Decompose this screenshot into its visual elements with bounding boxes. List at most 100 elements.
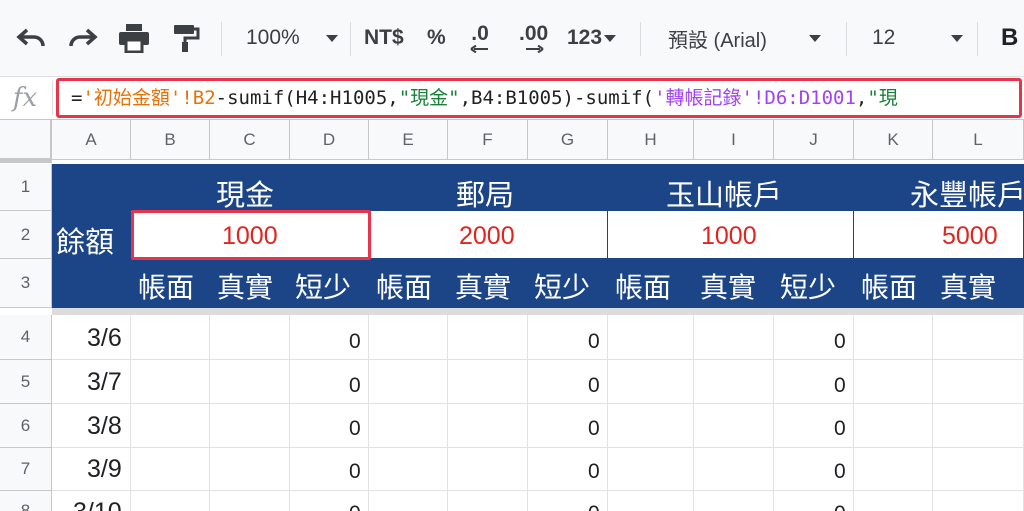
row-header-5[interactable]: 5	[0, 360, 52, 404]
grid-cell[interactable]	[854, 491, 933, 511]
percent-format-button[interactable]: %	[427, 0, 446, 76]
grid-cell[interactable]	[854, 404, 933, 448]
chevron-down-icon	[951, 34, 964, 42]
grid-cell[interactable]	[694, 491, 774, 511]
undo-icon[interactable]	[16, 0, 48, 76]
more-formats-button[interactable]: 123	[567, 0, 617, 76]
row-header-7[interactable]: 7	[0, 448, 52, 491]
shortage-cell: 0	[588, 330, 600, 353]
grid-cell[interactable]	[933, 448, 1024, 491]
zoom-value: 100%	[246, 26, 300, 49]
grid-cell[interactable]	[131, 491, 210, 511]
sub-header: 短少	[780, 272, 837, 303]
sub-header: 真實	[940, 272, 997, 303]
grid-cell[interactable]	[369, 315, 448, 360]
increase-decimal-button[interactable]: .00	[519, 0, 548, 76]
grid-cell[interactable]	[369, 404, 448, 448]
shortage-cell: 0	[349, 330, 361, 353]
frozen-rows-divider[interactable]	[52, 308, 1024, 315]
column-header-k[interactable]: K	[854, 120, 933, 160]
grid-cell[interactable]	[608, 491, 694, 511]
account-header-esun: 玉山帳戶	[666, 180, 783, 212]
grid-cell[interactable]	[369, 360, 448, 404]
font-family-select[interactable]: 預設 (Arial)	[668, 0, 821, 76]
shortage-cell: 0	[834, 502, 846, 511]
date-cell: 3/8	[87, 412, 122, 440]
grid-cell[interactable]	[448, 404, 528, 448]
grid-cell[interactable]	[210, 491, 290, 511]
balance-sinopac: 5000	[942, 222, 998, 250]
select-all-corner[interactable]	[0, 120, 55, 163]
row-header-1[interactable]: 1	[0, 164, 52, 211]
grid-cell[interactable]	[369, 491, 448, 511]
grid-cell[interactable]	[933, 360, 1024, 404]
row-header-3[interactable]: 3	[0, 259, 52, 308]
zoom-select[interactable]: 100%	[246, 0, 338, 76]
column-header-i[interactable]: I	[694, 120, 774, 160]
grid-cell[interactable]	[131, 404, 210, 448]
sub-header: 帳面	[376, 272, 433, 303]
column-header-a[interactable]: A	[52, 120, 131, 160]
grid-cell[interactable]	[694, 315, 774, 360]
grid-cell[interactable]	[210, 360, 290, 404]
chevron-down-icon	[604, 34, 617, 42]
shortage-cell: 0	[349, 417, 361, 440]
column-header-h[interactable]: H	[608, 120, 694, 160]
decrease-decimal-button[interactable]: .0	[470, 0, 490, 76]
row-header-2[interactable]: 2	[0, 211, 52, 259]
row-header-8[interactable]: 8	[0, 491, 52, 511]
print-icon[interactable]	[118, 0, 150, 76]
grid-cell[interactable]	[210, 404, 290, 448]
column-header-l[interactable]: L	[933, 120, 1024, 160]
grid-cell[interactable]	[131, 448, 210, 491]
grid-cell[interactable]	[933, 404, 1024, 448]
grid-cell[interactable]	[854, 448, 933, 491]
grid-cell[interactable]	[854, 360, 933, 404]
grid-cell[interactable]	[694, 404, 774, 448]
grid-cell[interactable]	[448, 491, 528, 511]
balance-post: 2000	[459, 222, 515, 250]
spreadsheet-grid: A B C D E F G H I J K L 1 2 3 4 5 6 7 8 …	[0, 120, 1024, 511]
column-header-g[interactable]: G	[528, 120, 608, 160]
grid-cell[interactable]	[933, 491, 1024, 511]
column-header-f[interactable]: F	[448, 120, 528, 160]
grid-cell[interactable]	[131, 360, 210, 404]
grid-cell[interactable]	[694, 448, 774, 491]
header-band-row-1	[52, 164, 1024, 211]
arrow-left-icon	[470, 45, 488, 53]
column-header-d[interactable]: D	[290, 120, 369, 160]
font-size-select[interactable]: 12	[872, 0, 964, 76]
row-header-4[interactable]: 4	[0, 315, 52, 360]
grid-cell[interactable]	[448, 315, 528, 360]
grid-cell[interactable]	[448, 360, 528, 404]
shortage-cell: 0	[349, 460, 361, 483]
row-header-6[interactable]: 6	[0, 404, 52, 448]
grid-cell[interactable]	[608, 448, 694, 491]
date-cell: 3/10	[73, 498, 122, 511]
grid-cell[interactable]	[131, 315, 210, 360]
grid-cell[interactable]	[369, 448, 448, 491]
grid-cell[interactable]	[694, 360, 774, 404]
grid-cell[interactable]	[854, 315, 933, 360]
grid-cell[interactable]	[210, 448, 290, 491]
column-header-c[interactable]: C	[210, 120, 290, 160]
shortage-cell: 0	[349, 502, 361, 511]
column-header-b[interactable]: B	[131, 120, 210, 160]
fx-icon: fx	[12, 83, 38, 113]
currency-format-button[interactable]: NT$	[364, 0, 404, 76]
column-header-j[interactable]: J	[774, 120, 854, 160]
grid-cell[interactable]	[608, 404, 694, 448]
grid-cell[interactable]	[933, 315, 1024, 360]
grid-cell[interactable]	[448, 448, 528, 491]
grid-cell[interactable]	[210, 315, 290, 360]
column-header-e[interactable]: E	[369, 120, 448, 160]
sinopac-balance-cell[interactable]	[854, 211, 1024, 259]
shortage-cell: 0	[588, 502, 600, 511]
bold-button[interactable]: B	[1001, 0, 1018, 76]
grid-cell[interactable]	[608, 315, 694, 360]
grid-cell[interactable]	[608, 360, 694, 404]
redo-icon[interactable]	[66, 0, 98, 76]
paint-format-icon[interactable]	[172, 0, 200, 76]
formula-input[interactable]: ='初始金額'!B2-sumif(H4:H1005,"現金",B4:B1005)…	[56, 78, 1022, 118]
shortage-cell: 0	[588, 460, 600, 483]
